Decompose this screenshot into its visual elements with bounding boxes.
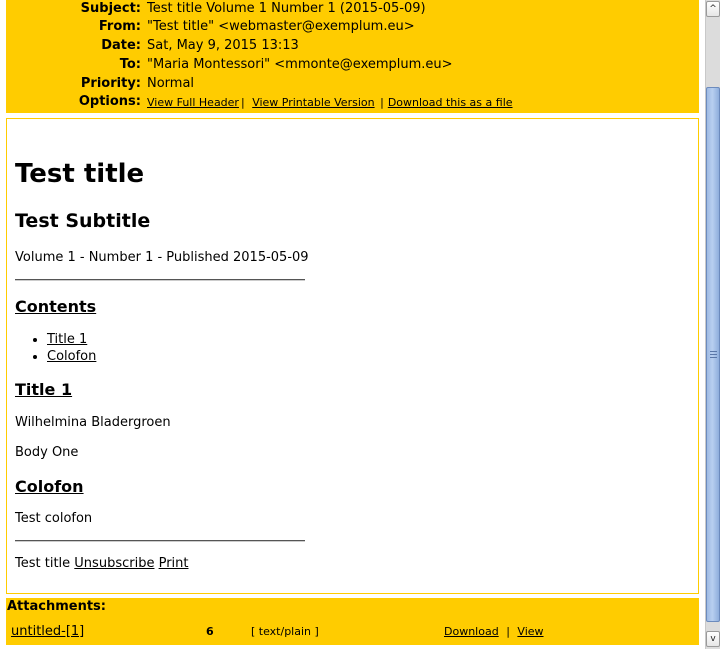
- chevron-up-icon: ^: [709, 4, 717, 14]
- from-value: "Test title" <webmaster@exemplum.eu>: [147, 19, 415, 34]
- header-row-to: To: "Maria Montessori" <mmonte@exemplum.…: [6, 57, 699, 75]
- print-link[interactable]: Print: [159, 556, 189, 571]
- attachment-type: [ text/plain ]: [251, 625, 319, 638]
- download-as-file-link[interactable]: Download this as a file: [388, 96, 513, 109]
- table-of-contents: Title 1 Colofon: [15, 331, 96, 365]
- subject-value: Test title Volume 1 Number 1 (2015-05-09…: [147, 1, 426, 16]
- to-value: "Maria Montessori" <mmonte@exemplum.eu>: [147, 57, 453, 72]
- section-title-1-heading: Title 1: [15, 380, 73, 399]
- newsletter-subtitle: Test Subtitle: [15, 210, 151, 232]
- unsubscribe-link[interactable]: Unsubscribe: [74, 556, 154, 571]
- to-label: To:: [119, 57, 141, 72]
- toc-item: Colofon: [47, 348, 96, 365]
- priority-value: Normal: [147, 76, 195, 91]
- date-value: Sat, May 9, 2015 13:13: [147, 38, 299, 53]
- view-full-header-link[interactable]: View Full Header: [147, 96, 239, 109]
- attachments-heading: Attachments:: [7, 599, 106, 614]
- colofon-body: Test colofon: [15, 511, 93, 526]
- grip-icon: [710, 351, 717, 359]
- header-row-date: Date: Sat, May 9, 2015 13:13: [6, 38, 699, 56]
- separator: |: [380, 96, 384, 109]
- attachments-panel: Attachments: untitled-[1] 6 [ text/plain…: [6, 598, 699, 645]
- toc-link-colofon[interactable]: Colofon: [47, 349, 96, 364]
- footer-text: Test title: [15, 556, 71, 571]
- section-body: Body One: [15, 445, 79, 460]
- message-body: Test title Test Subtitle Volume 1 - Numb…: [6, 118, 699, 594]
- priority-label: Priority:: [80, 76, 141, 91]
- attachment-size: 6: [206, 625, 214, 638]
- toc-link-title-1[interactable]: Title 1: [47, 332, 87, 347]
- newsletter-title: Test title: [15, 159, 145, 189]
- options-links: View Full Header | View Printable Version…: [147, 96, 513, 109]
- subject-label: Subject:: [80, 1, 141, 16]
- message-header: Subject: Test title Volume 1 Number 1 (2…: [6, 0, 699, 113]
- attachment-actions: Download | View: [444, 625, 544, 638]
- attachment-view-link[interactable]: View: [517, 625, 543, 638]
- header-row-priority: Priority: Normal: [6, 76, 699, 94]
- divider: [15, 279, 305, 281]
- header-row-options: Options: View Full Header | View Printabl…: [6, 94, 699, 112]
- vertical-scrollbar[interactable]: ^ v: [705, 0, 720, 649]
- scrollbar-thumb[interactable]: [706, 87, 720, 622]
- attachment-download-link[interactable]: Download: [444, 625, 499, 638]
- toc-item: Title 1: [47, 331, 96, 348]
- scroll-down-button[interactable]: v: [706, 631, 720, 647]
- separator: |: [506, 625, 510, 638]
- header-row-from: From: "Test title" <webmaster@exemplum.e…: [6, 19, 699, 37]
- chevron-down-icon: v: [710, 634, 716, 644]
- message-view: Subject: Test title Volume 1 Number 1 (2…: [0, 0, 704, 649]
- options-label: Options:: [78, 94, 141, 109]
- from-label: From:: [98, 19, 141, 34]
- colofon-heading: Colofon: [15, 477, 84, 496]
- divider: [15, 540, 305, 542]
- section-author: Wilhelmina Bladergroen: [15, 415, 171, 430]
- date-label: Date:: [101, 38, 141, 53]
- contents-heading: Contents: [15, 297, 97, 316]
- newsletter-footer: Test title Unsubscribe Print: [15, 556, 189, 571]
- header-row-subject: Subject: Test title Volume 1 Number 1 (2…: [6, 1, 699, 19]
- attachment-name-link[interactable]: untitled-[1]: [11, 624, 84, 639]
- view-printable-version-link[interactable]: View Printable Version: [252, 96, 374, 109]
- volume-line: Volume 1 - Number 1 - Published 2015-05-…: [15, 250, 309, 265]
- scroll-up-button[interactable]: ^: [706, 1, 720, 17]
- separator: |: [240, 96, 245, 109]
